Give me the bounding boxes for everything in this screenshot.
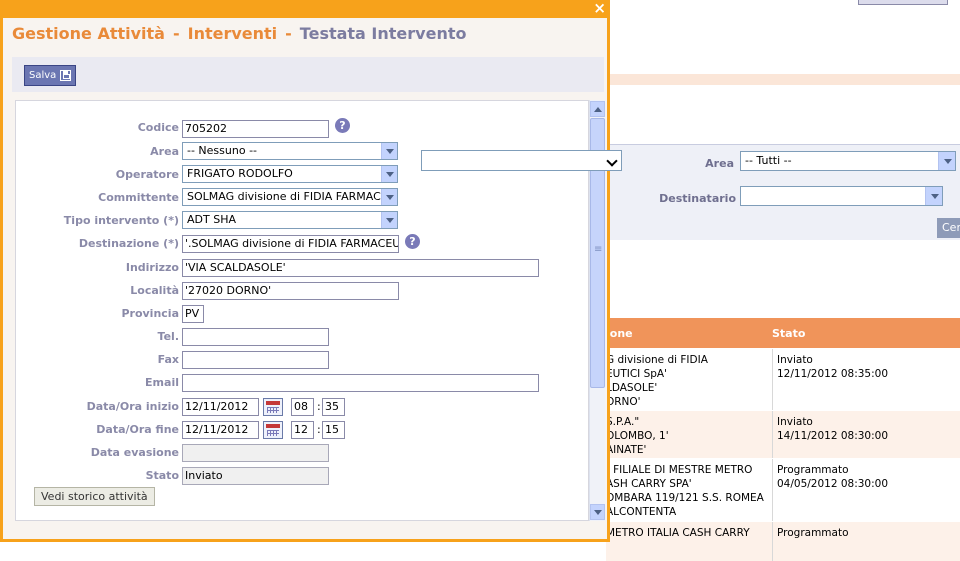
chevron-down-icon: [938, 152, 955, 170]
row-status-cell: Inviato 14/11/2012 08:30:00: [772, 411, 892, 458]
calendar-icon[interactable]: [263, 398, 283, 416]
destinazione-label: Destinazione (*): [78, 237, 179, 250]
page-title: Gestione Attività - Interventi - Testata Int…: [12, 24, 467, 43]
tipo-intervento-select[interactable]: ADT SHA: [182, 211, 398, 229]
area-filter-select[interactable]: -- Tutti --: [740, 151, 956, 171]
breadcrumb-gestione-attivita[interactable]: Gestione Attività: [12, 24, 165, 43]
intervention-dialog: × Gestione Attività - Interventi - Testata I…: [0, 0, 610, 542]
table-header: ione Stato: [606, 318, 960, 348]
chevron-down-icon: [925, 187, 942, 205]
end-minute-field[interactable]: 15: [322, 421, 345, 439]
data-evasione-field: [182, 444, 329, 462]
committente-label: Committente: [98, 191, 179, 204]
chevron-down-icon: [381, 166, 397, 182]
codice-field[interactable]: 705202: [182, 120, 329, 138]
area-label: Area: [150, 145, 179, 158]
area-select-value: -- Nessuno --: [187, 144, 258, 157]
provincia-label: Provincia: [121, 307, 179, 320]
breadcrumb-testata-intervento: Testata Intervento: [299, 24, 467, 43]
background-top-button[interactable]: [858, 0, 948, 5]
destinatario-filter-select[interactable]: [740, 186, 943, 206]
help-icon[interactable]: ?: [405, 234, 420, 249]
row-status-cell: Programmato 04/05/2012 08:30:00: [772, 459, 892, 521]
indirizzo-field[interactable]: 'VIA SCALDASOLE': [182, 259, 539, 277]
operatore-select[interactable]: FRIGATO RODOLFO: [182, 165, 398, 183]
email-field[interactable]: [182, 374, 539, 392]
chevron-down-icon: [381, 212, 397, 228]
activities-table: ione Stato G divisione di FIDIA EUTICI S…: [606, 318, 960, 561]
chevron-down-icon: [381, 143, 397, 159]
breadcrumb-interventi[interactable]: Interventi: [188, 24, 278, 43]
table-row[interactable]: - FILIALE DI MESTRE METRO ASH CARRY SPA'…: [606, 458, 960, 521]
tipo-intervento-select-value: ADT SHA: [187, 213, 236, 226]
data-ora-fine-label: Data/Ora fine: [96, 423, 179, 436]
scroll-down-icon[interactable]: [590, 504, 605, 520]
row-destination-cell: - FILIALE DI MESTRE METRO ASH CARRY SPA'…: [606, 464, 764, 518]
area-select[interactable]: -- Nessuno --: [182, 142, 398, 160]
end-date-field[interactable]: 12/11/2012: [182, 421, 259, 439]
table-row[interactable]: S.P.A." OLOMBO, 1' AINATE' Inviato 14/11…: [606, 410, 960, 458]
save-button[interactable]: Salva: [24, 65, 77, 86]
destinazione-field[interactable]: '.SOLMAG divisione di FIDIA FARMACEUTICI…: [182, 235, 399, 253]
table-row[interactable]: METRO ITALIA CASH CARRY Programmato: [606, 521, 960, 561]
fax-label: Fax: [157, 353, 179, 366]
dialog-toolbar: Salva: [12, 57, 604, 92]
dialog-titlebar[interactable]: ×: [0, 0, 610, 18]
row-destination-cell: G divisione di FIDIA EUTICI SpA' LDASOLE…: [606, 354, 708, 408]
codice-label: Codice: [137, 121, 179, 134]
column-header-status: Stato: [772, 327, 806, 340]
operatore-label: Operatore: [115, 168, 179, 181]
committente-select[interactable]: SOLMAG divisione di FIDIA FARMACEU: [182, 188, 398, 206]
destinatario-filter-label: Destinatario: [659, 192, 736, 205]
row-status-cell: Inviato 12/11/2012 08:35:00: [772, 349, 892, 410]
committente-select-value: SOLMAG divisione di FIDIA FARMACEU: [187, 190, 396, 203]
tipo-intervento-label: Tipo intervento (*): [63, 214, 179, 227]
scroll-up-icon[interactable]: [590, 101, 605, 117]
table-row[interactable]: G divisione di FIDIA EUTICI SpA' LDASOLE…: [606, 348, 960, 410]
indirizzo-label: Indirizzo: [125, 261, 179, 274]
row-destination-cell: S.P.A." OLOMBO, 1' AINATE': [606, 416, 669, 456]
close-icon[interactable]: ×: [593, 0, 606, 17]
provincia-field[interactable]: PV: [182, 305, 204, 323]
chevron-down-icon: [381, 189, 397, 205]
start-hour-field[interactable]: 08: [291, 398, 314, 416]
area-filter-label: Area: [705, 157, 734, 170]
save-button-label: Salva: [29, 70, 57, 81]
chevron-down-icon: [604, 151, 621, 170]
stato-field: Inviato: [182, 467, 329, 485]
view-activity-history-button[interactable]: Vedi storico attività: [34, 487, 155, 506]
search-button[interactable]: Cer: [937, 218, 960, 238]
row-destination-cell: METRO ITALIA CASH CARRY: [606, 527, 750, 539]
tel-label: Tel.: [157, 330, 179, 343]
tel-field[interactable]: [182, 328, 329, 346]
calendar-icon[interactable]: [263, 421, 283, 439]
fax-field[interactable]: [182, 351, 329, 369]
operatore-select-value: FRIGATO RODOLFO: [187, 167, 293, 180]
background-header-band: [606, 74, 960, 85]
data-evasione-label: Data evasione: [90, 446, 179, 459]
start-date-field[interactable]: 12/11/2012: [182, 398, 259, 416]
help-icon[interactable]: ?: [335, 118, 350, 133]
stato-label: Stato: [145, 469, 179, 482]
localita-label: Località: [130, 284, 179, 297]
overlay-select[interactable]: [421, 150, 622, 171]
email-label: Email: [145, 376, 179, 389]
floppy-disk-icon: [60, 70, 72, 81]
area-filter-value: -- Tutti --: [745, 154, 792, 167]
background-filter-panel: Area -- Tutti -- Destinatario: [606, 144, 960, 240]
start-minute-field[interactable]: 35: [322, 398, 345, 416]
data-ora-inizio-label: Data/Ora inizio: [86, 400, 179, 413]
end-hour-field[interactable]: 12: [291, 421, 314, 439]
localita-field[interactable]: '27020 DORNO': [182, 282, 399, 300]
